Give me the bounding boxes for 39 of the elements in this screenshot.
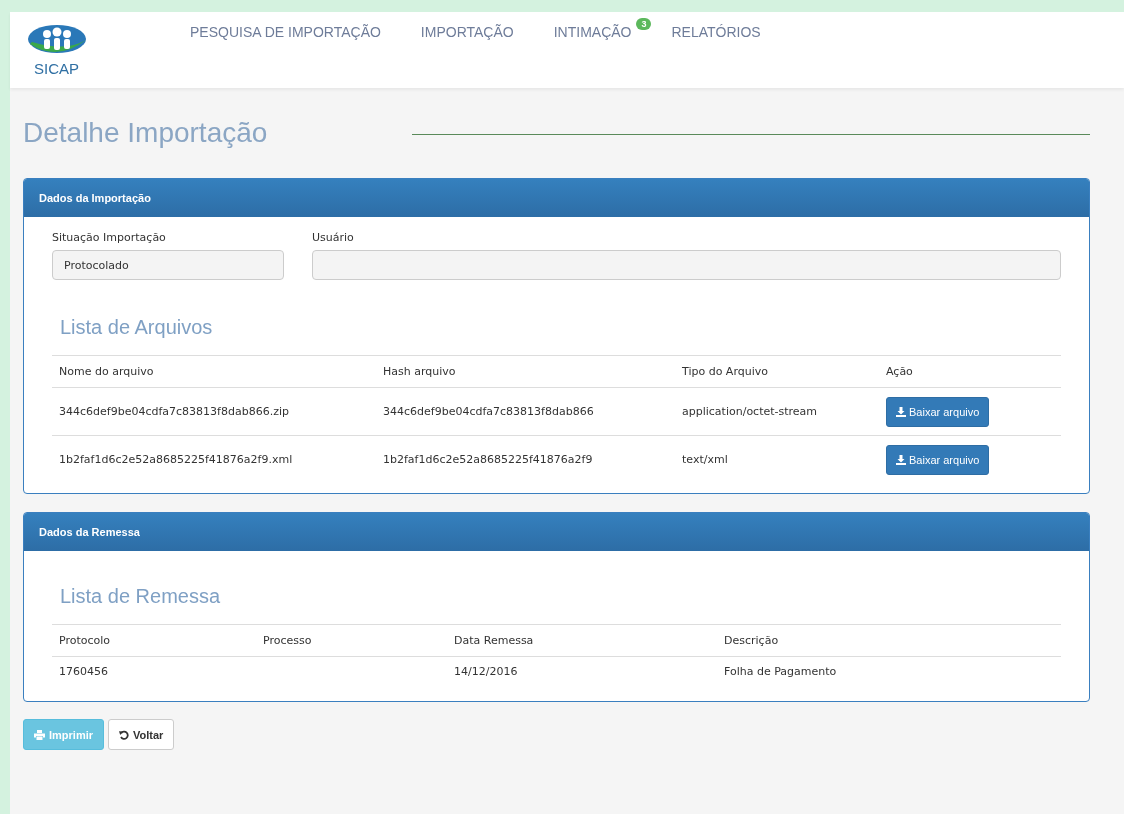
nav-link[interactable]: IMPORTAÇÃO	[420, 24, 514, 42]
logo-text: SICAP	[34, 60, 79, 77]
panel-title: Dados da Importação	[39, 192, 151, 204]
column-header: Hash arquivo	[376, 355, 675, 388]
column-header: Ação	[879, 355, 1061, 388]
back-button[interactable]: Voltar	[108, 719, 175, 750]
column-header: Processo	[256, 624, 447, 657]
section-title: Lista de Remessa	[60, 585, 222, 608]
printer-icon	[34, 729, 45, 740]
table-cell: 1760456	[59, 664, 108, 678]
input-field[interactable]: Protocolado	[52, 250, 284, 280]
notification-badge: 3	[636, 18, 652, 30]
table-cell: 1b2faf1d6c2e52a8685225f41876a2f9.xml	[52, 435, 376, 483]
table-cell: application/octet-stream	[675, 387, 879, 436]
undo-icon	[119, 729, 129, 740]
column-header: Nome do arquivo	[52, 355, 376, 388]
input-field[interactable]	[312, 250, 1061, 280]
download-icon	[896, 454, 906, 465]
field-label: Situação Importação	[52, 231, 167, 244]
logo-icon	[26, 22, 88, 56]
column-header: Data Remessa	[447, 624, 717, 657]
nav-link[interactable]: PESQUISA DE IMPORTAÇÃO	[190, 24, 381, 42]
section-title: Lista de Arquivos	[60, 316, 214, 339]
column-header: Tipo do Arquivo	[675, 355, 879, 388]
panel-title: Dados da Remessa	[39, 526, 140, 538]
nav-link[interactable]: RELATÓRIOS	[671, 24, 761, 42]
table-cell: 14/12/2016	[454, 664, 518, 678]
field-label: Usuário	[312, 231, 355, 244]
download-button[interactable]: Baixar arquivo	[886, 444, 990, 475]
page-title: Detalhe Importação	[23, 117, 268, 149]
column-header: Descrição	[717, 624, 1061, 657]
table-cell: 344c6def9be04cdfa7c83813f8dab866	[376, 387, 675, 436]
table-cell: 1b2faf1d6c2e52a8685225f41876a2f9	[376, 435, 675, 483]
table-cell: Folha de Pagamento	[724, 664, 837, 678]
download-button[interactable]: Baixar arquivo	[886, 396, 990, 427]
table-cell: 344c6def9be04cdfa7c83813f8dab866.zip	[52, 387, 376, 436]
column-header: Protocolo	[52, 624, 256, 657]
download-icon	[896, 406, 906, 417]
table-cell: text/xml	[675, 435, 879, 483]
